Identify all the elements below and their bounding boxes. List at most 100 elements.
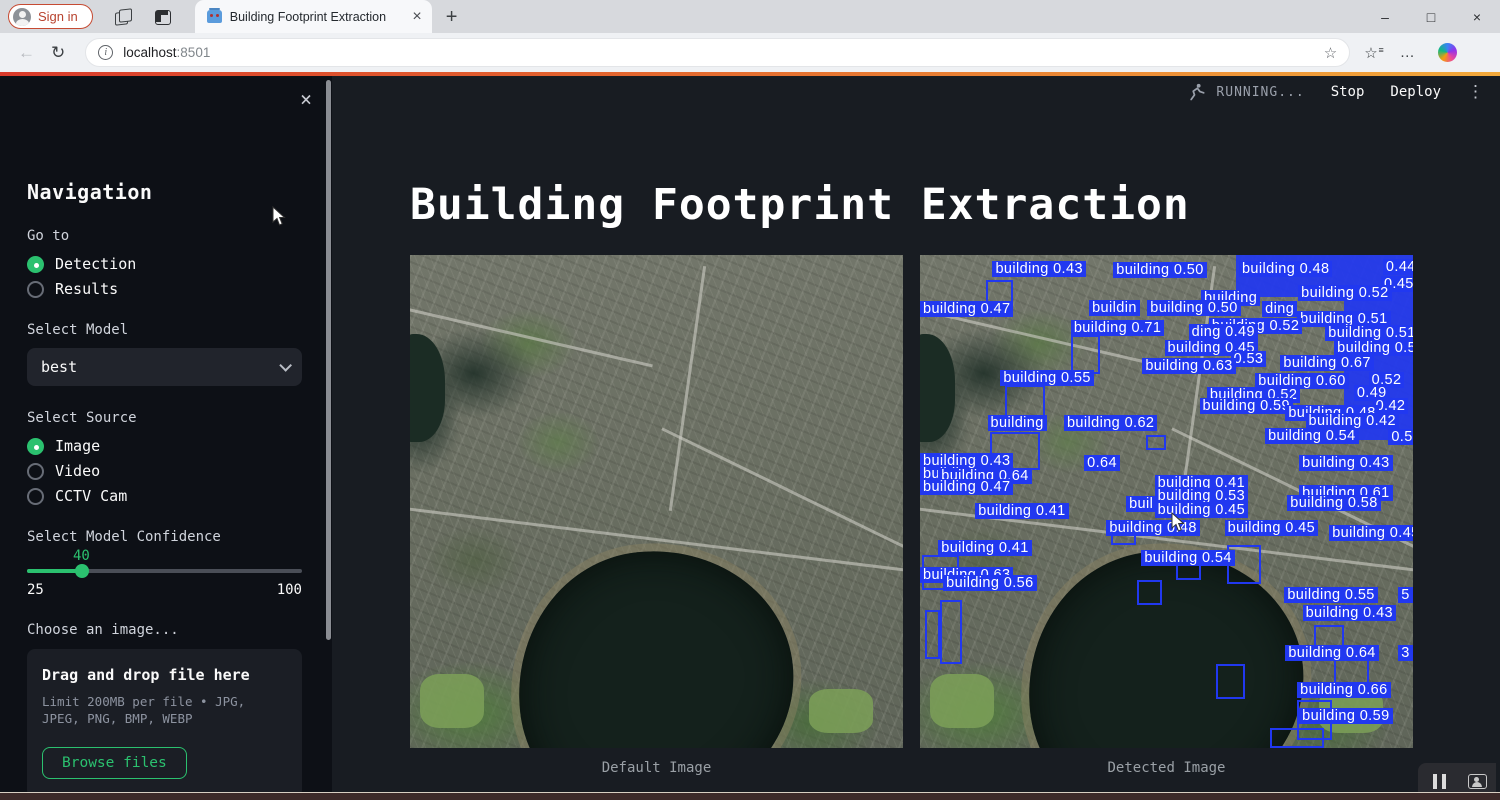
detection-label: building 0.45	[1155, 502, 1248, 518]
close-window-button[interactable]: ×	[1454, 0, 1500, 33]
goto-label: Go to	[27, 228, 305, 244]
detection-label: building 0.71	[1071, 320, 1164, 336]
radio-selected-icon	[27, 438, 44, 455]
deploy-button[interactable]: Deploy	[1390, 84, 1441, 100]
app-menu-icon[interactable]: ⋮	[1467, 82, 1484, 102]
dropzone-title: Drag and drop file here	[42, 666, 287, 684]
image-row: Default Image building 0.43 building 0.50…	[410, 255, 1413, 776]
minimize-button[interactable]: –	[1362, 0, 1408, 33]
file-dropzone[interactable]: Drag and drop file here Limit 200MB per …	[27, 649, 302, 798]
detection-label: building 0.48	[1239, 261, 1332, 277]
copilot-icon[interactable]	[1438, 43, 1457, 62]
sidebar-close-icon[interactable]: ×	[300, 90, 312, 108]
detection-label: building 0.64	[1285, 645, 1378, 661]
default-image	[410, 255, 903, 748]
detection-label: 5	[1398, 587, 1412, 603]
url-input[interactable]: i localhost:8501 ☆	[85, 38, 1350, 67]
signin-label: Sign in	[38, 9, 78, 24]
radio-cctv[interactable]: CCTV Cam	[27, 487, 305, 505]
slider-value: 40	[73, 548, 90, 564]
radio-detection[interactable]: Detection	[27, 255, 305, 273]
radio-image[interactable]: Image	[27, 437, 305, 455]
maximize-button[interactable]: □	[1408, 0, 1454, 33]
detected-image-caption: Detected Image	[1107, 760, 1225, 776]
detection-label: building 0.54	[1265, 428, 1358, 444]
detection-box	[1137, 580, 1162, 605]
slider-track[interactable]	[27, 569, 302, 573]
detection-box	[1270, 728, 1324, 748]
refresh-icon[interactable]: ↻	[51, 43, 65, 63]
screencast-button[interactable]	[1462, 768, 1492, 794]
road	[661, 427, 903, 559]
detected-image: building 0.43 building 0.50 building 0.48 0…	[920, 255, 1413, 748]
detection-label: 0.44	[1383, 259, 1413, 275]
road	[410, 303, 653, 367]
favorites-icon[interactable]: ☆	[1364, 44, 1377, 62]
window-controls: – □ ×	[1362, 0, 1500, 33]
model-select[interactable]: best	[27, 348, 302, 386]
detection-label: 0.51	[1388, 429, 1413, 445]
slider-thumb[interactable]	[75, 564, 89, 578]
slider-max: 100	[277, 582, 302, 598]
model-select-value: best	[41, 358, 77, 376]
detection-label: building 0.52	[1298, 285, 1391, 301]
browser-menu-icon[interactable]: …	[1400, 44, 1416, 61]
sidebar-scrollbar[interactable]	[326, 80, 331, 640]
radio-video[interactable]: Video	[27, 462, 305, 480]
model-label: Select Model	[27, 322, 305, 338]
detection-label: building 0.42	[1306, 413, 1399, 429]
source-radio-group: Image Video CCTV Cam	[27, 437, 305, 505]
detection-label: building 0.56	[943, 575, 1036, 591]
chevron-down-icon	[279, 359, 292, 372]
detection-label: building 0.66	[1297, 682, 1390, 698]
detection-label: 0.64	[1084, 455, 1120, 471]
default-image-column: Default Image	[410, 255, 903, 776]
sidebar: × Navigation Go to Detection Results Sel…	[0, 76, 332, 792]
detection-label: building 0.55	[1000, 370, 1093, 386]
field	[420, 674, 484, 728]
detection-box	[1216, 664, 1246, 699]
radio-selected-icon	[27, 256, 44, 273]
detection-label: ding	[1262, 301, 1297, 317]
radio-results[interactable]: Results	[27, 280, 305, 298]
browse-files-button[interactable]: Browse files	[42, 747, 187, 779]
radio-unselected-icon	[27, 488, 44, 505]
profile-avatar-icon	[13, 8, 31, 26]
detection-box	[1146, 435, 1166, 450]
app-toolbar: RUNNING... Stop Deploy ⋮	[1187, 82, 1484, 102]
workspaces-icon[interactable]	[115, 8, 133, 26]
main-content: RUNNING... Stop Deploy ⋮ Building Footpr…	[332, 76, 1500, 792]
lake	[505, 537, 807, 748]
detection-label: building 0.41	[975, 503, 1068, 519]
running-man-icon	[1187, 82, 1207, 102]
browser-address-bar: ← ↻ i localhost:8501 ☆ ☆ …	[0, 33, 1500, 72]
detected-image-column: building 0.43 building 0.50 building 0.48 0…	[920, 255, 1413, 776]
browser-tab[interactable]: Building Footprint Extraction ×	[195, 0, 432, 33]
detection-label: building 0.63	[1142, 358, 1235, 374]
site-info-icon[interactable]: i	[98, 45, 113, 60]
detection-box	[1071, 335, 1101, 374]
detection-label: building 0.51	[1334, 340, 1413, 356]
detection-label: building 0.48	[1106, 520, 1199, 536]
tab-close-icon[interactable]: ×	[412, 9, 421, 25]
new-tab-button[interactable]: +	[446, 9, 458, 25]
bookmark-star-icon[interactable]: ☆	[1324, 44, 1337, 62]
detection-label: building 0.43	[1303, 605, 1396, 621]
detection-box	[940, 600, 962, 664]
uploader-label: Choose an image...	[27, 622, 305, 638]
pause-button[interactable]	[1424, 768, 1454, 794]
detection-label: building 0.50	[1147, 300, 1240, 316]
stop-button[interactable]: Stop	[1331, 84, 1365, 100]
tab-actions-icon[interactable]	[155, 10, 171, 25]
confidence-slider: 40 25 100	[27, 569, 302, 598]
tab-title: Building Footprint Extraction	[230, 10, 405, 24]
detection-box	[925, 610, 940, 659]
back-icon[interactable]: ←	[18, 43, 35, 63]
signin-button[interactable]: Sign in	[8, 4, 93, 29]
water-pond	[410, 334, 445, 442]
slider-min: 25	[27, 582, 44, 598]
detection-label: buildin	[1089, 300, 1140, 316]
slider-fill	[27, 569, 82, 573]
detection-label: building 0.45	[1225, 520, 1318, 536]
source-label: Select Source	[27, 410, 305, 426]
